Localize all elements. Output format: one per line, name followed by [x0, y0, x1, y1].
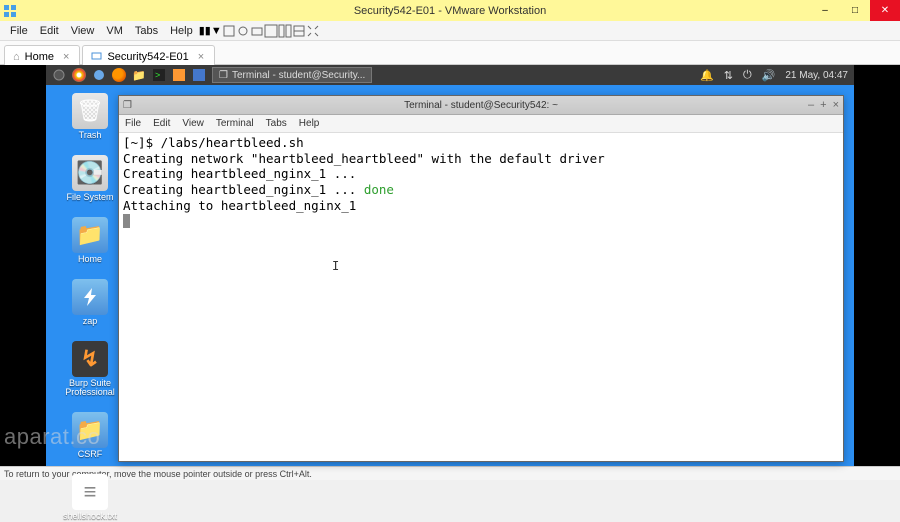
firefox-icon[interactable] — [112, 68, 126, 82]
desktop-csrf[interactable]: 📁CSRF — [58, 412, 122, 460]
term-menu-view[interactable]: View — [182, 118, 204, 129]
text-cursor-icon: 𝙸 — [332, 259, 339, 274]
taskbar-terminal-button[interactable]: ❐ Terminal - student@Security... — [212, 67, 372, 83]
notifications-icon[interactable]: 🔔 — [700, 69, 714, 82]
vm-tabstrip: ⌂ Home × Security542-E01 × — [0, 41, 900, 65]
terminal-titlebar[interactable]: ❐ Terminal - student@Security542: ~ – + … — [119, 96, 843, 115]
chromium-icon[interactable] — [92, 68, 106, 82]
vmware-statusbar: To return to your computer, move the mou… — [0, 466, 900, 480]
terminal-line: Creating heartbleed_nginx_1 ... — [123, 166, 356, 181]
term-menu-file[interactable]: File — [125, 118, 141, 129]
stretch-button[interactable] — [306, 24, 320, 38]
app-launcher-icon[interactable] — [192, 68, 206, 82]
terminal-body[interactable]: [~]$ /labs/heartbleed.sh Creating networ… — [119, 133, 843, 461]
dropdown-icon[interactable]: ▼ — [211, 25, 222, 37]
vmware-logo-icon — [0, 1, 20, 21]
desktop-burp[interactable]: ↯Burp Suite Professional — [58, 341, 122, 399]
console-view-button[interactable] — [292, 24, 306, 38]
trash-icon: 🗑 — [72, 93, 108, 129]
terminal-minimize-button[interactable]: – — [808, 99, 814, 111]
terminal-line: Creating heartbleed_nginx_1 ... — [123, 182, 364, 197]
desktop-home[interactable]: 📁Home — [58, 217, 122, 265]
desktop-trash[interactable]: 🗑Trash — [58, 93, 122, 141]
term-menu-edit[interactable]: Edit — [153, 118, 170, 129]
close-tab-icon[interactable]: × — [63, 51, 69, 63]
terminal-window-icon: ❐ — [123, 100, 132, 111]
terminal-maximize-button[interactable]: + — [820, 99, 826, 111]
terminal-line: Creating network "heartbleed_heartbleed"… — [123, 151, 605, 166]
term-menu-terminal[interactable]: Terminal — [216, 118, 254, 129]
chrome-icon[interactable] — [72, 68, 86, 82]
guest-top-panel: 📁 > ❐ Terminal - student@Security... 🔔 ⇅… — [46, 65, 854, 85]
guest-desktop[interactable]: 📁 > ❐ Terminal - student@Security... 🔔 ⇅… — [46, 65, 854, 466]
menu-help[interactable]: Help — [164, 23, 199, 39]
burp-icon: ↯ — [72, 341, 108, 377]
menu-vm[interactable]: VM — [100, 23, 129, 39]
terminal-line: [~]$ /labs/heartbleed.sh — [123, 135, 304, 150]
terminal-line: Attaching to heartbleed_nginx_1 — [123, 198, 356, 213]
desktop-filesystem[interactable]: 💽File System — [58, 155, 122, 203]
term-menu-tabs[interactable]: Tabs — [266, 118, 287, 129]
terminal-close-button[interactable]: × — [833, 99, 839, 111]
menu-tabs[interactable]: Tabs — [129, 23, 164, 39]
menu-file[interactable]: File — [4, 23, 34, 39]
panel-tray: 🔔 ⇅ ⏻ 🔊 21 May, 04:47 — [700, 69, 848, 82]
start-menu-icon[interactable] — [52, 68, 66, 82]
power-icon[interactable]: ⏻ — [743, 69, 752, 82]
folder-icon: 📁 — [72, 217, 108, 253]
desktop-zap[interactable]: zap — [58, 279, 122, 327]
tab-home-label: Home — [25, 51, 54, 63]
minimize-button[interactable]: – — [810, 0, 840, 21]
close-button[interactable]: ✕ — [870, 0, 900, 21]
svg-text:>: > — [155, 70, 160, 80]
drive-icon: 💽 — [72, 155, 108, 191]
terminal-icon: ❐ — [219, 70, 228, 81]
files-icon[interactable]: 📁 — [132, 68, 146, 82]
terminal-window: ❐ Terminal - student@Security542: ~ – + … — [118, 95, 844, 462]
updown-icon[interactable]: ⇅ — [724, 69, 733, 82]
clock[interactable]: 21 May, 04:47 — [785, 70, 848, 81]
vm-icon — [91, 51, 102, 62]
terminal-title: Terminal - student@Security542: ~ — [404, 100, 558, 111]
pause-vm-button[interactable]: ▮▮ — [199, 24, 211, 37]
snapshot-manager-button[interactable] — [250, 24, 264, 38]
app-menubar: File Edit View VM Tabs Help ▮▮ ▼ — [0, 21, 900, 41]
tab-vm[interactable]: Security542-E01 × — [82, 45, 215, 65]
snapshot-button[interactable] — [236, 24, 250, 38]
folder-icon: 📁 — [72, 412, 108, 448]
burp-launcher-icon[interactable] — [172, 68, 186, 82]
window-controls: – □ ✕ — [810, 0, 900, 21]
unity-button[interactable] — [278, 24, 292, 38]
terminal-menubar: File Edit View Terminal Tabs Help — [119, 115, 843, 133]
tab-home[interactable]: ⌂ Home × — [4, 45, 80, 65]
desktop-icons: 🗑Trash 💽File System 📁Home zap ↯Burp Suit… — [58, 93, 122, 522]
terminal-window-controls: – + × — [808, 99, 839, 111]
tab-vm-label: Security542-E01 — [107, 51, 188, 63]
fullscreen-button[interactable] — [264, 24, 278, 38]
volume-icon[interactable]: 🔊 — [762, 69, 776, 82]
home-icon: ⌂ — [13, 51, 20, 63]
window-title: Security542-E01 - VMware Workstation — [354, 5, 546, 17]
terminal-launcher-icon[interactable]: > — [152, 68, 166, 82]
textfile-icon: ≡ — [72, 474, 108, 510]
terminal-done-text: done — [364, 182, 394, 197]
menu-edit[interactable]: Edit — [34, 23, 65, 39]
menu-view[interactable]: View — [65, 23, 101, 39]
statusbar-text: To return to your computer, move the mou… — [4, 469, 312, 479]
window-titlebar: Security542-E01 - VMware Workstation – □… — [0, 0, 900, 21]
close-tab-icon[interactable]: × — [198, 51, 204, 63]
term-menu-help[interactable]: Help — [299, 118, 320, 129]
desktop-shellshock[interactable]: ≡shellshock.txt — [58, 474, 122, 522]
maximize-button[interactable]: □ — [840, 0, 870, 21]
zap-icon — [72, 279, 108, 315]
guest-display: 📁 > ❐ Terminal - student@Security... 🔔 ⇅… — [0, 65, 900, 466]
send-cad-button[interactable] — [222, 24, 236, 38]
terminal-cursor — [123, 214, 130, 228]
taskbar-terminal-label: Terminal - student@Security... — [232, 70, 365, 81]
